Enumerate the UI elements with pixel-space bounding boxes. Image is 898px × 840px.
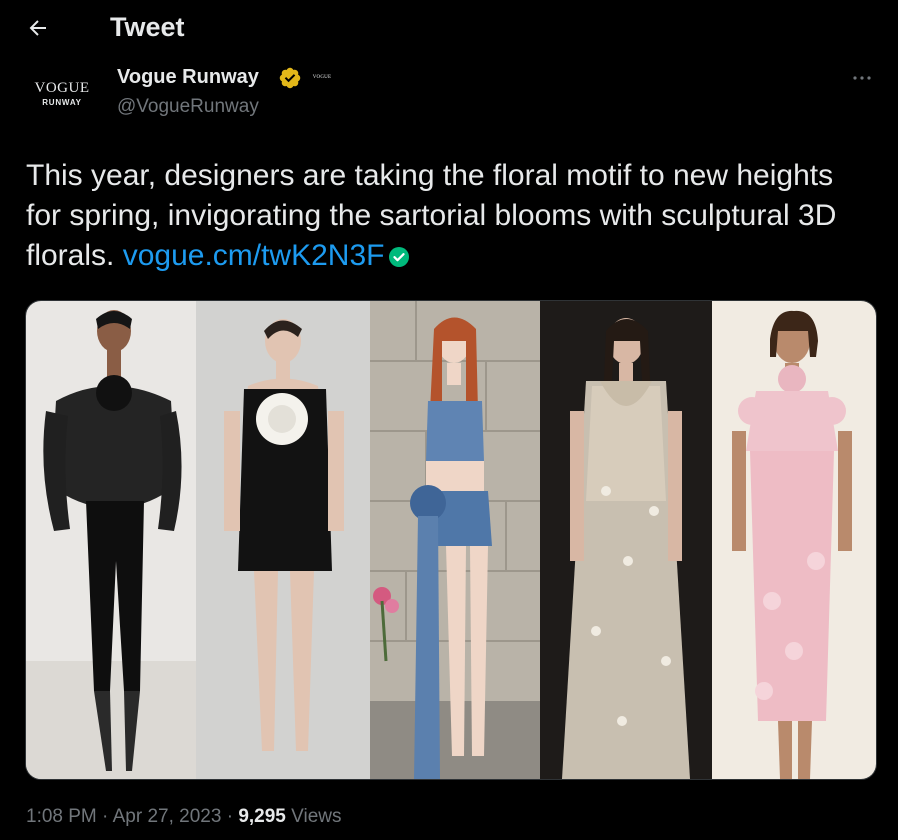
- tweet-media[interactable]: [25, 300, 877, 780]
- photo-panel-5: [712, 301, 876, 779]
- avatar-logo: VOGUE: [34, 80, 90, 96]
- photo-panel-3: [370, 301, 540, 779]
- meta-separator: ·: [226, 806, 234, 827]
- photo-panel-2: [196, 301, 370, 779]
- verified-badge-icon: [279, 67, 301, 89]
- back-button[interactable]: [18, 8, 58, 48]
- more-button[interactable]: [846, 64, 878, 92]
- check-circle-icon: [389, 247, 410, 267]
- tweet-meta: 1:08 PM · Apr 27, 2023 · 9,295 Views: [26, 806, 341, 828]
- photo-panel-4: [540, 301, 712, 779]
- arrow-left-icon: [29, 20, 46, 36]
- author-handle[interactable]: @VogueRunway: [117, 96, 259, 118]
- views-count: 9,295: [238, 806, 286, 827]
- media-collage: [26, 301, 876, 779]
- top-bar: Tweet: [0, 0, 898, 54]
- tweet-link[interactable]: vogue.cm/twK2N3F: [123, 239, 385, 272]
- page-title: Tweet: [110, 12, 185, 42]
- avatar[interactable]: VOGUE RUNWAY: [22, 68, 102, 120]
- author-name[interactable]: Vogue Runway: [117, 66, 259, 89]
- avatar-sub: RUNWAY: [42, 98, 82, 107]
- tweet-time[interactable]: 1:08 PM: [26, 806, 97, 827]
- views-label: Views: [291, 806, 342, 827]
- tweet-text: This year, designers are taking the flor…: [26, 156, 876, 276]
- meta-separator: ·: [102, 806, 109, 827]
- more-horizontal-icon: [853, 76, 871, 80]
- tweet-date[interactable]: Apr 27, 2023: [113, 806, 222, 827]
- photo-panel-1: [26, 301, 196, 779]
- affiliate-badge: VOGUE: [312, 74, 332, 80]
